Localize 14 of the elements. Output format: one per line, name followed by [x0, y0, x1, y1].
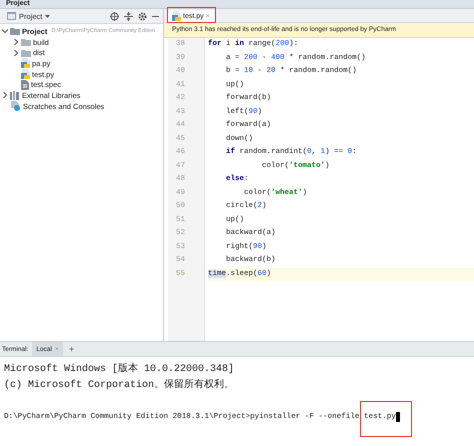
file-icon	[21, 80, 29, 90]
caret-icon	[45, 14, 50, 18]
python-file-icon	[21, 58, 30, 68]
terminal-line: (c) Microsoft Corporation。保留所有权利。	[4, 378, 234, 393]
python-file-icon	[172, 11, 181, 21]
scratch-icon	[10, 101, 21, 112]
target-icon	[110, 12, 119, 20]
library-icon	[10, 90, 20, 100]
python-file-icon	[21, 69, 30, 80]
terminal-line: Microsoft Windows [版本 10.0.22000.348]	[4, 362, 234, 377]
settings-icon	[138, 12, 147, 20]
panel-icon	[7, 12, 16, 20]
collapse-icon	[124, 12, 133, 20]
add-tab-button[interactable]: +	[67, 344, 76, 354]
